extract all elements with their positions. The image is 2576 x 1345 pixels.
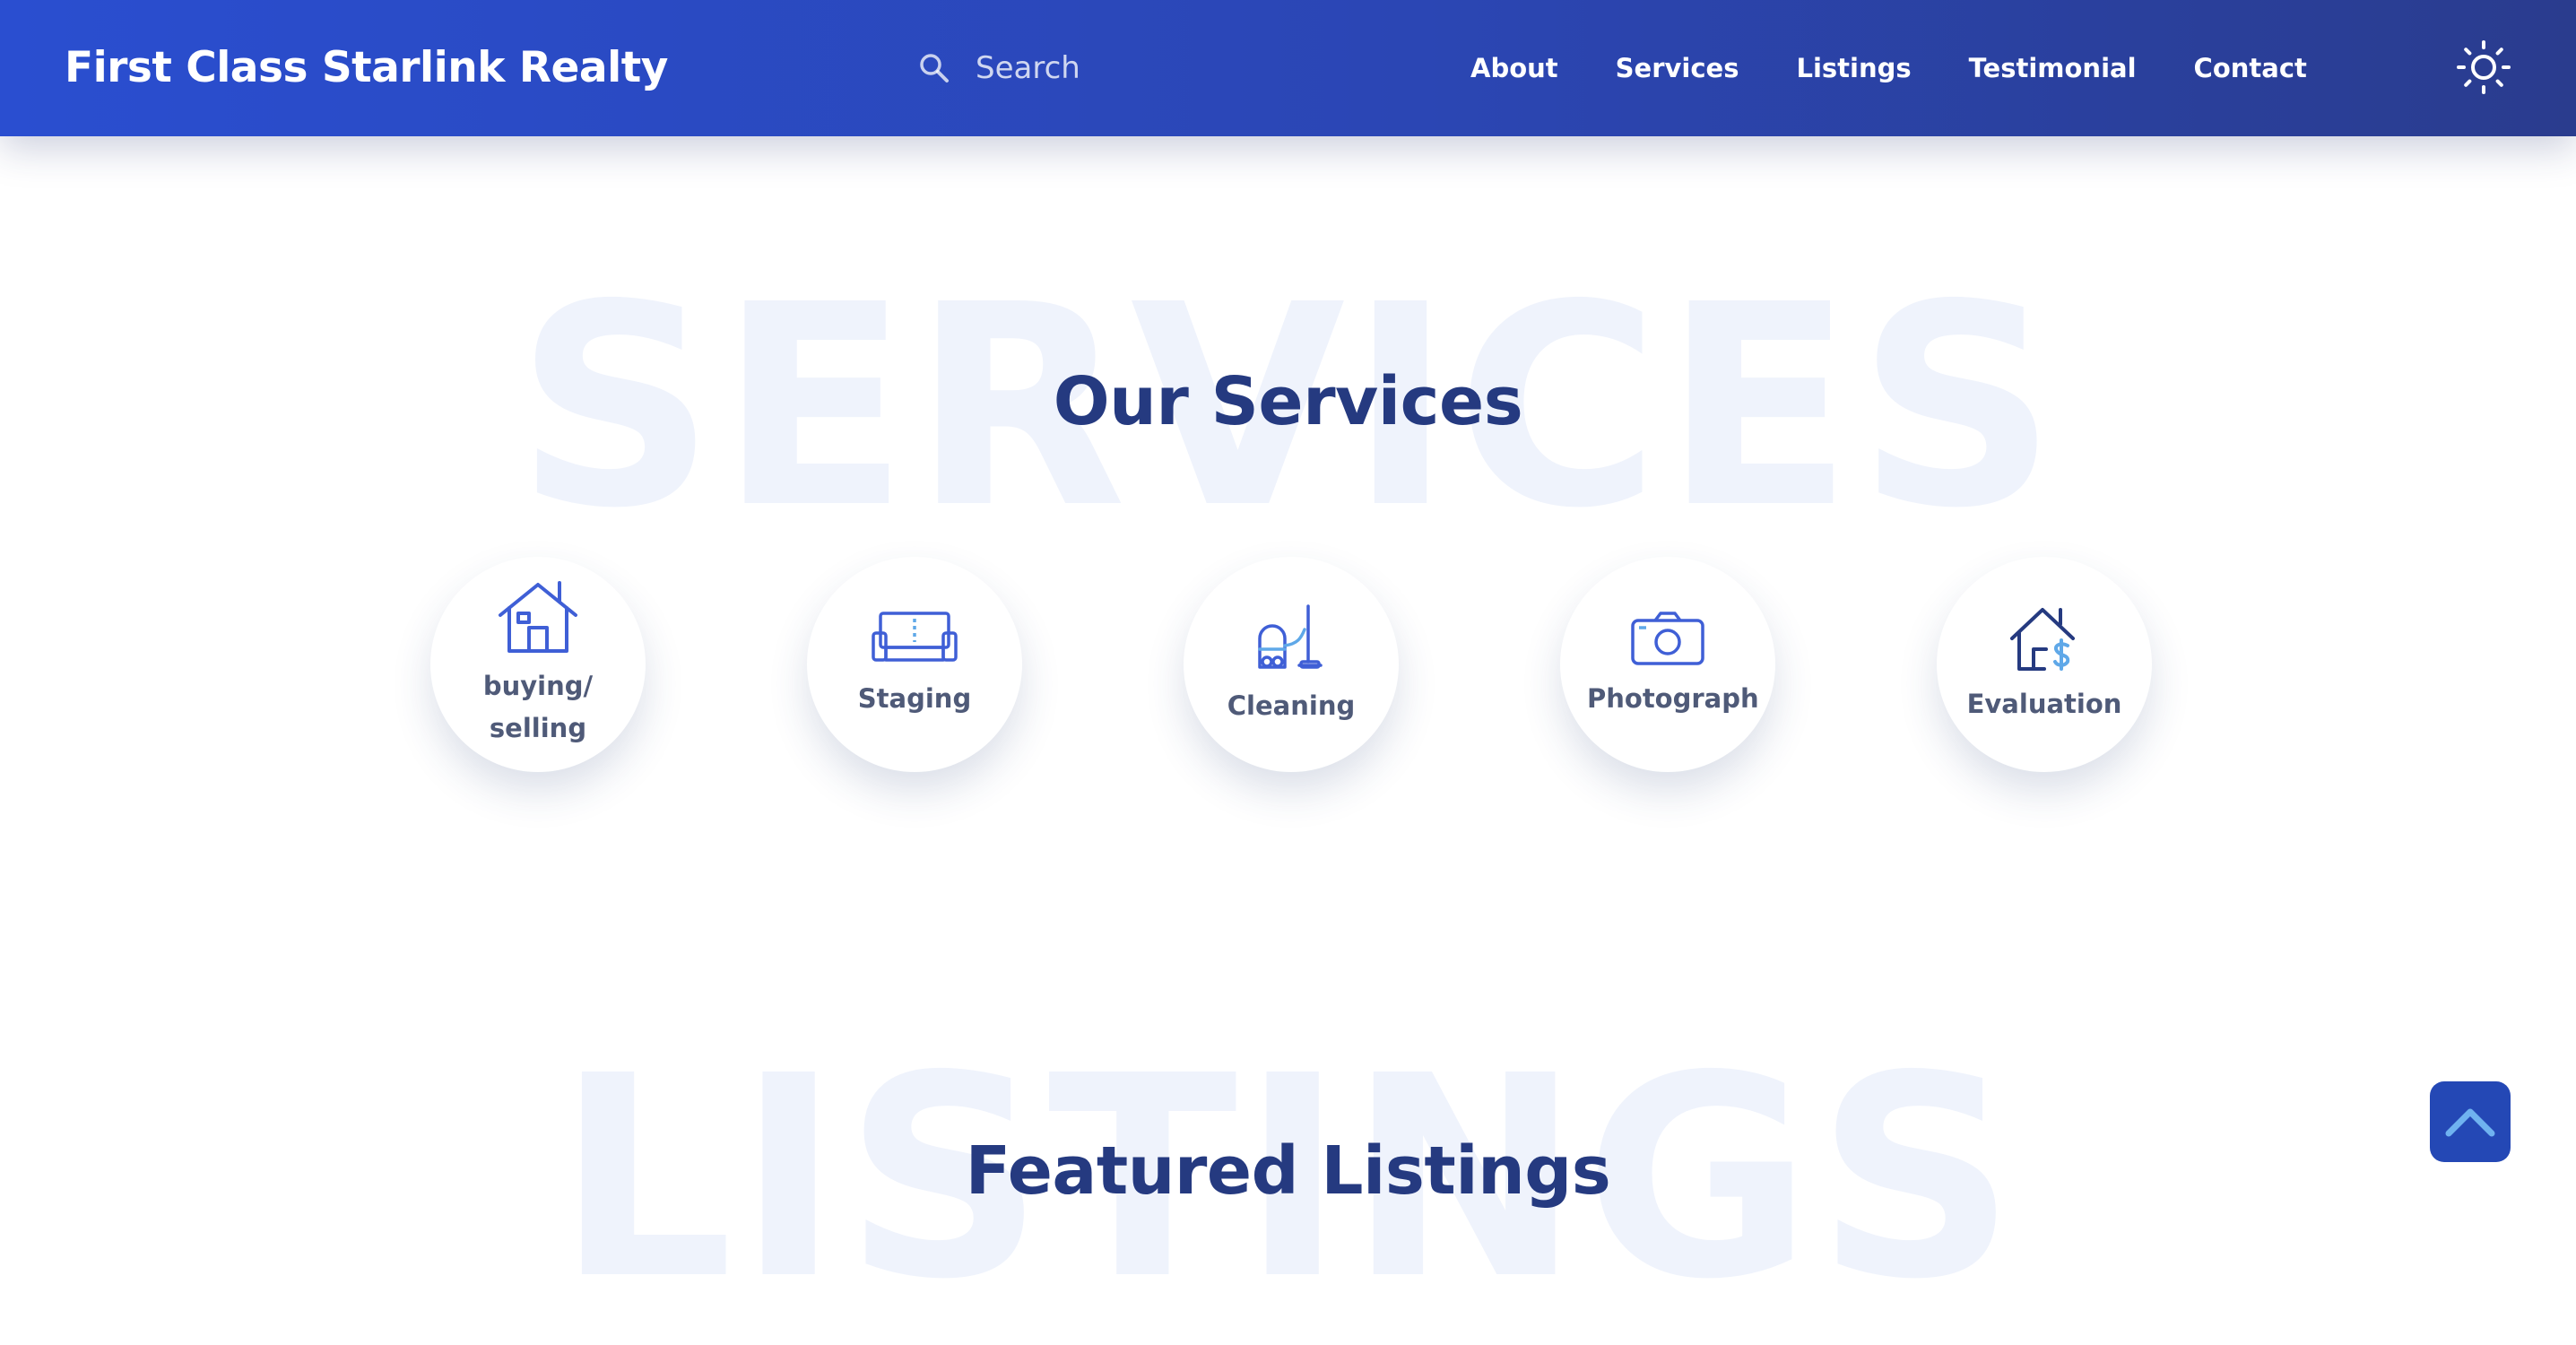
page: First Class Starlink Realty About Servic… bbox=[0, 0, 2576, 1345]
nav-testimonial[interactable]: Testimonial bbox=[1969, 53, 2137, 83]
house-dollar-icon bbox=[2008, 604, 2080, 672]
services-title: Our Services bbox=[1053, 363, 1523, 440]
service-staging[interactable]: Staging bbox=[807, 557, 1022, 772]
sun-icon bbox=[2456, 39, 2511, 98]
couch-icon bbox=[872, 610, 958, 667]
service-label: Photograph bbox=[1587, 682, 1759, 714]
house-icon bbox=[497, 579, 579, 655]
search-icon[interactable] bbox=[916, 50, 952, 86]
service-label: Cleaning bbox=[1227, 690, 1356, 721]
vacuum-icon bbox=[1253, 603, 1330, 674]
theme-toggle-button[interactable] bbox=[2451, 36, 2516, 100]
search-bar bbox=[916, 38, 1293, 99]
camera-icon bbox=[1630, 610, 1705, 667]
site-header: First Class Starlink Realty About Servic… bbox=[0, 0, 2576, 136]
nav-services[interactable]: Services bbox=[1616, 53, 1739, 83]
service-label: Evaluation bbox=[1966, 688, 2122, 719]
service-photograph[interactable]: Photograph bbox=[1560, 557, 1775, 772]
chevron-up-icon bbox=[2443, 1103, 2497, 1141]
service-cleaning[interactable]: Cleaning bbox=[1184, 557, 1399, 772]
service-label: buying/ selling bbox=[482, 671, 594, 743]
nav-listings[interactable]: Listings bbox=[1796, 53, 1911, 83]
main-nav: About Services Listings Testimonial Cont… bbox=[1470, 0, 2307, 136]
nav-about[interactable]: About bbox=[1470, 53, 1558, 83]
service-evaluation[interactable]: Evaluation bbox=[1937, 557, 2152, 772]
search-input[interactable] bbox=[976, 41, 1280, 95]
service-label: Staging bbox=[857, 682, 972, 714]
back-to-top-button[interactable] bbox=[2430, 1081, 2511, 1162]
listings-title: Featured Listings bbox=[965, 1132, 1611, 1210]
brand-logo-text[interactable]: First Class Starlink Realty bbox=[65, 0, 668, 136]
service-buying-selling[interactable]: buying/ selling bbox=[430, 557, 646, 772]
nav-contact[interactable]: Contact bbox=[2194, 53, 2307, 83]
